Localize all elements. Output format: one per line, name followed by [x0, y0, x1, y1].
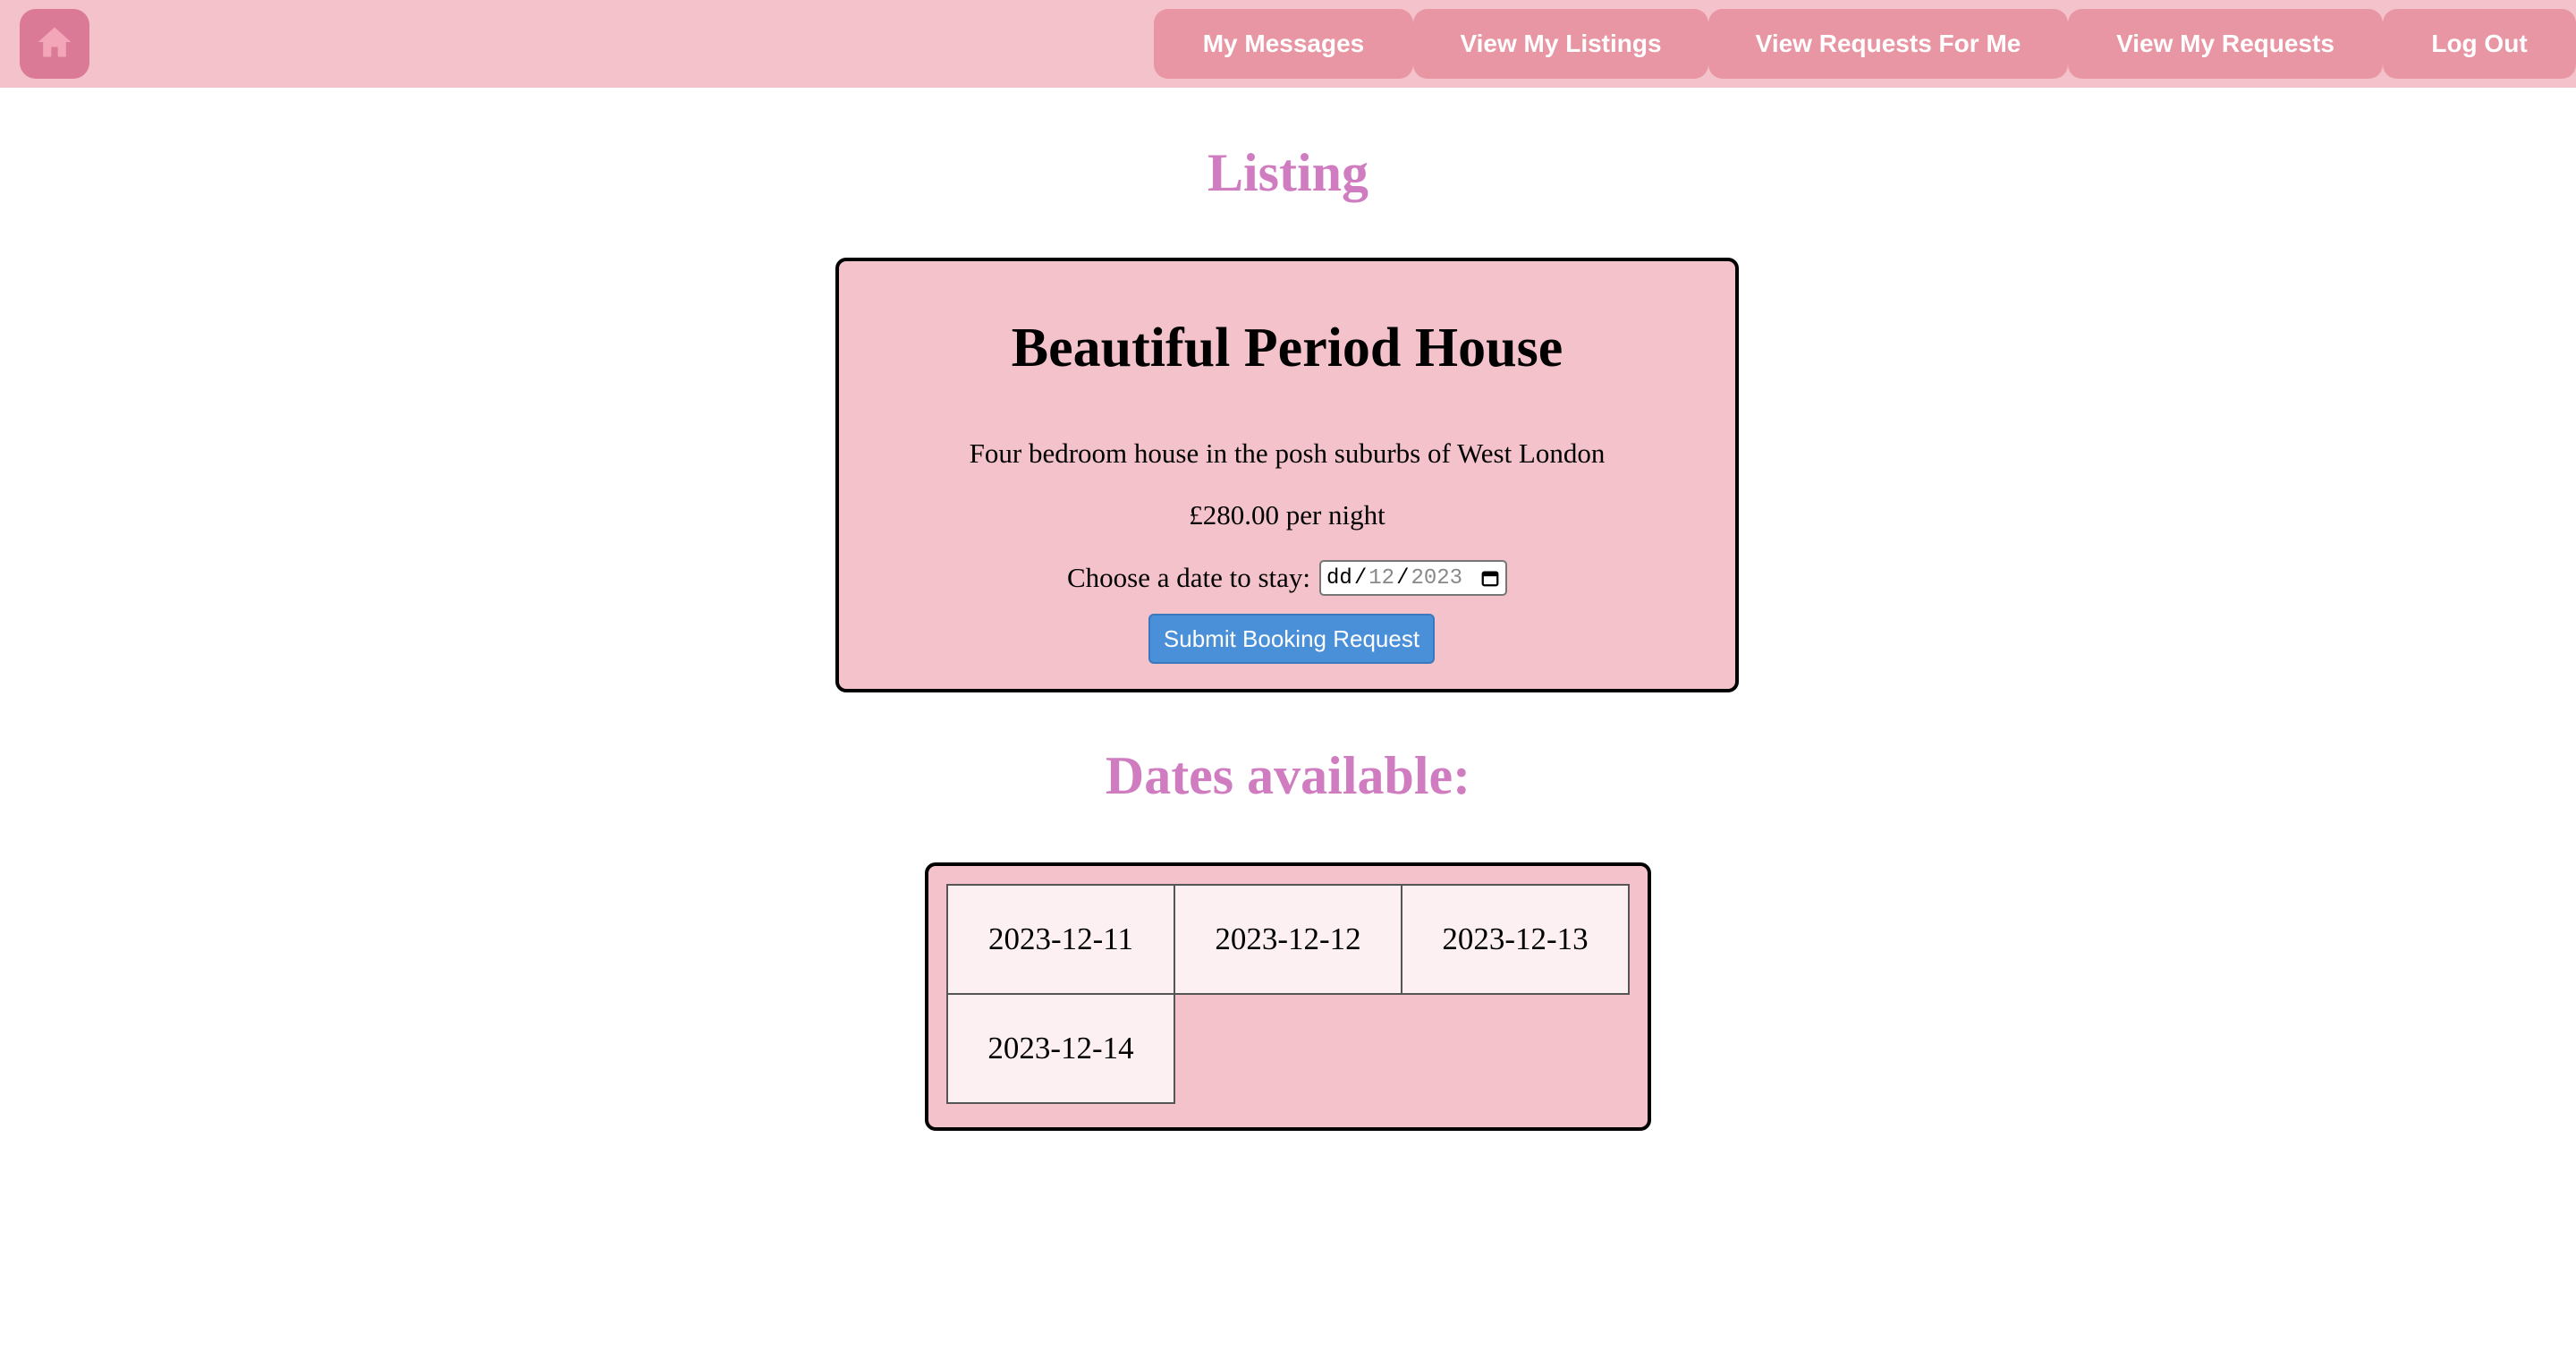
- date-cell: 2023-12-12: [1174, 884, 1402, 995]
- page-title: Listing: [1207, 143, 1369, 202]
- nav-view-my-requests[interactable]: View My Requests: [2068, 9, 2383, 79]
- available-dates-grid: 2023-12-11 2023-12-12 2023-12-13 2023-12…: [925, 862, 1651, 1131]
- submit-booking-button[interactable]: Submit Booking Request: [1148, 614, 1435, 664]
- home-icon: [35, 22, 74, 66]
- date-label: Choose a date to stay:: [1066, 562, 1311, 593]
- dates-available-heading: Dates available:: [1105, 746, 1471, 805]
- nav-view-requests-for-me[interactable]: View Requests For Me: [1708, 9, 2068, 79]
- date-cell: 2023-12-14: [946, 993, 1175, 1104]
- date-day-segment[interactable]: dd: [1326, 566, 1352, 590]
- listing-title: Beautiful Period House: [1011, 318, 1563, 378]
- date-separator: /: [1353, 565, 1368, 590]
- nav-log-out[interactable]: Log Out: [2383, 9, 2576, 79]
- date-picker-row: Choose a date to stay: dd / 12 / 2023: [839, 560, 1735, 596]
- nav-my-messages[interactable]: My Messages: [1154, 9, 1413, 79]
- listing-description: Four bedroom house in the posh suburbs o…: [969, 437, 1606, 469]
- date-year-segment[interactable]: 2023: [1411, 566, 1462, 590]
- home-button[interactable]: [20, 9, 89, 79]
- navbar: My Messages View My Listings View Reques…: [0, 0, 2576, 88]
- nav-view-my-listings[interactable]: View My Listings: [1413, 9, 1708, 79]
- calendar-icon[interactable]: [1480, 568, 1500, 588]
- date-separator: /: [1396, 565, 1410, 590]
- date-cell: 2023-12-11: [946, 884, 1175, 995]
- listing-card: Beautiful Period House Four bedroom hous…: [835, 258, 1739, 692]
- listing-price: £280.00 per night: [1189, 499, 1385, 531]
- date-cell: 2023-12-13: [1401, 884, 1630, 995]
- date-input[interactable]: dd / 12 / 2023: [1319, 560, 1508, 596]
- date-month-segment[interactable]: 12: [1368, 566, 1394, 590]
